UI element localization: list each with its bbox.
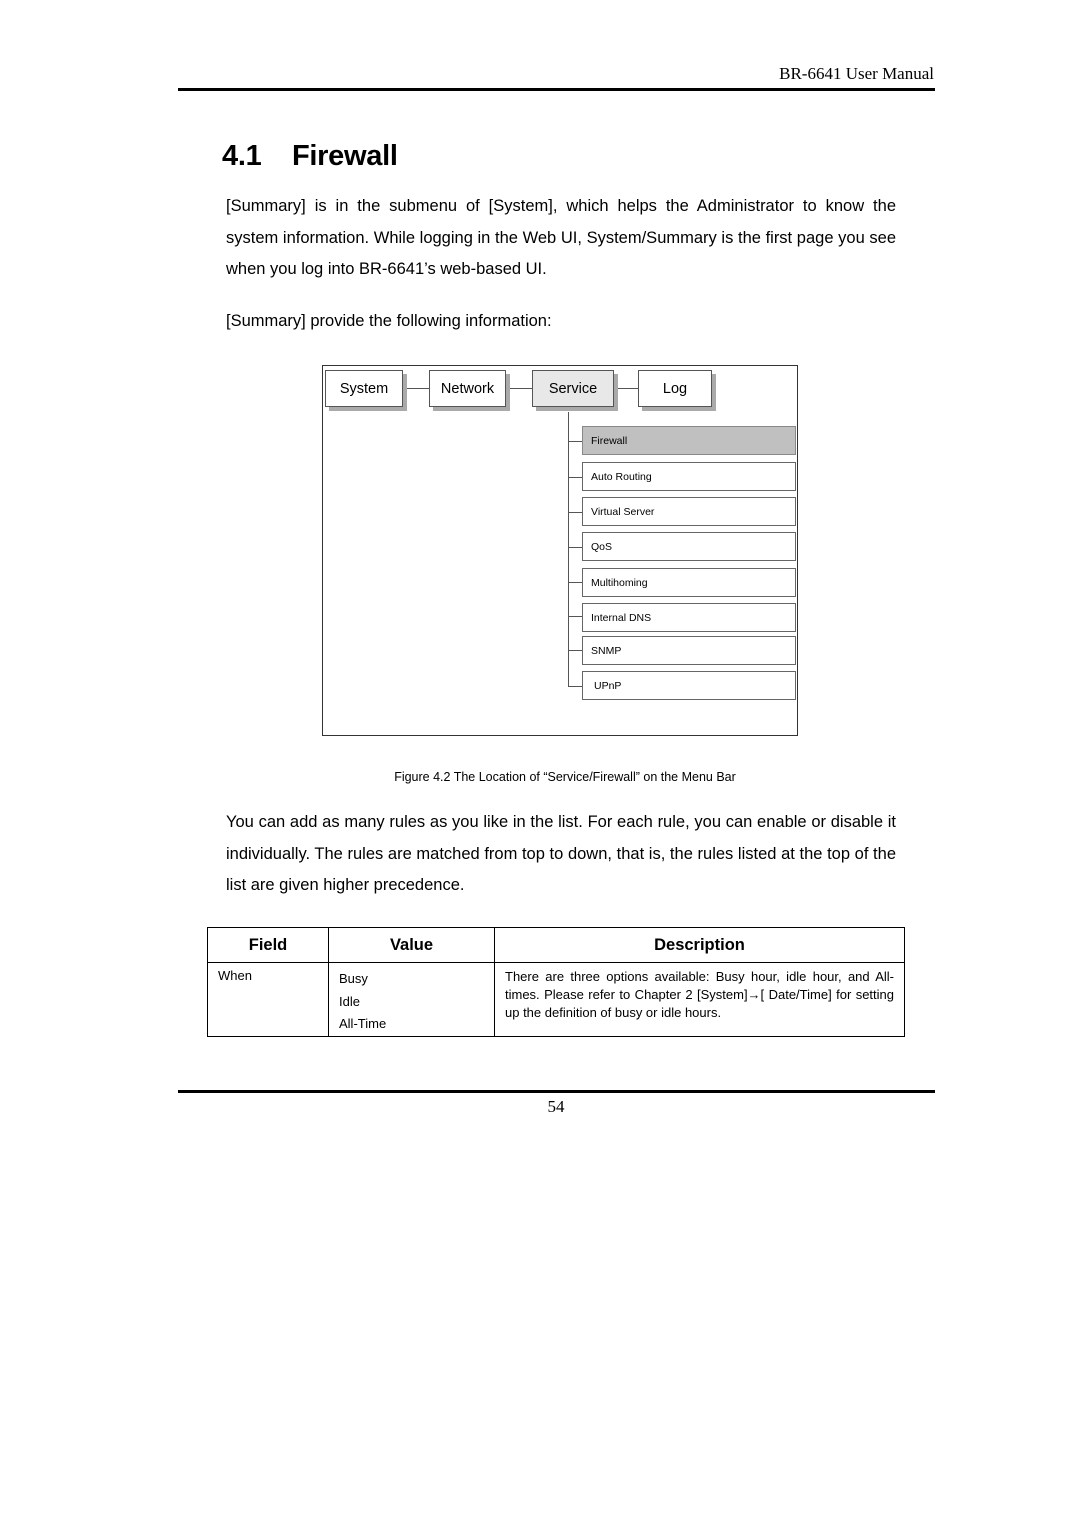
rules-paragraph: You can add as many rules as you like in… [226, 813, 896, 894]
branch-line [568, 547, 582, 548]
menu-bar-diagram: System Network Service Log Firewall Auto… [322, 365, 798, 736]
connector-line [407, 388, 429, 389]
menu-network[interactable]: Network [429, 370, 506, 407]
branch-line [568, 686, 582, 687]
header-field: Field [207, 927, 329, 963]
submenu-internal-dns[interactable]: Internal DNS [582, 603, 796, 632]
figure-caption: Figure 4.2 The Location of “Service/Fire… [394, 770, 736, 784]
menu-service[interactable]: Service [532, 370, 614, 407]
value-all-time: All-Time [339, 1016, 387, 1031]
submenu-firewall[interactable]: Firewall [582, 426, 796, 455]
provide-paragraph: [Summary] provide the following informat… [226, 312, 552, 330]
header-value: Value [328, 927, 495, 963]
branch-line [568, 650, 582, 651]
submenu-auto-routing[interactable]: Auto Routing [582, 462, 796, 491]
submenu-virtual-server[interactable]: Virtual Server [582, 497, 796, 526]
field-table: Field Value Description When Busy Idle A… [207, 927, 905, 1037]
submenu-snmp[interactable]: SNMP [582, 636, 796, 665]
branch-line [568, 616, 582, 617]
tree-trunk-line [568, 412, 569, 687]
section-title-text: Firewall [292, 140, 398, 172]
connector-line [510, 388, 532, 389]
header-description: Description [494, 927, 905, 963]
cell-description: There are three options available: Busy … [494, 962, 905, 1037]
cell-values: Busy Idle All-Time [328, 962, 495, 1037]
value-busy: Busy [339, 971, 368, 986]
page-number: 54 [547, 1097, 565, 1116]
menu-log[interactable]: Log [638, 370, 712, 407]
section-number: 4.1 [222, 140, 262, 172]
value-idle: Idle [339, 993, 360, 1009]
branch-line [568, 441, 582, 442]
connector-line [618, 388, 638, 389]
menu-system[interactable]: System [325, 370, 403, 407]
running-header: BR-6641 User Manual [779, 64, 934, 83]
submenu-qos[interactable]: QoS [582, 532, 796, 561]
header-rule [178, 88, 935, 91]
table-row: When Busy Idle All-Time There are three … [207, 962, 905, 1037]
table-header-row: Field Value Description [207, 927, 905, 963]
branch-line [568, 582, 582, 583]
submenu-upnp[interactable]: UPnP [582, 671, 796, 700]
description-text: There are three options available: Busy … [505, 969, 894, 1020]
cell-field: When [207, 962, 329, 1037]
intro-paragraph: [Summary] is in the submenu of [System],… [226, 197, 896, 278]
branch-line [568, 477, 582, 478]
branch-line [568, 512, 582, 513]
footer-rule [178, 1090, 935, 1093]
submenu-multihoming[interactable]: Multihoming [582, 568, 796, 597]
section-title: 4.1 Firewall [222, 140, 398, 173]
